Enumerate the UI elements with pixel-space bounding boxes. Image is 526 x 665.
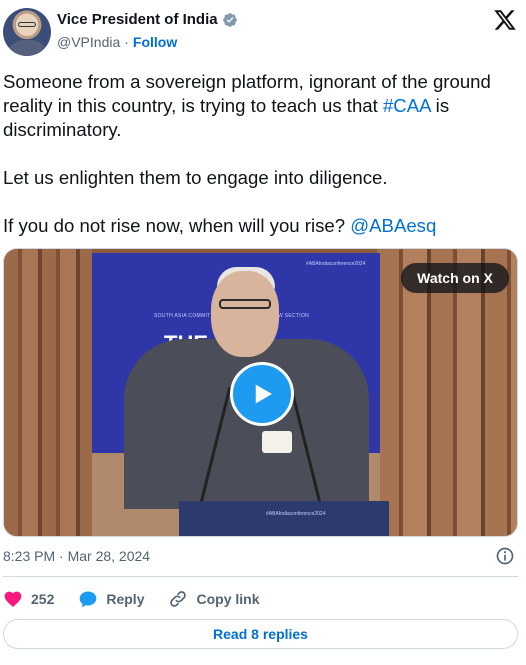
read-replies-button[interactable]: Read 8 replies [3,619,518,649]
author-handle[interactable]: @VPIndia [57,34,120,50]
tweet-header: Vice President of India @VPIndia · Follo… [0,6,526,58]
like-button[interactable]: 252 [3,589,54,609]
copy-link-button[interactable]: Copy link [168,589,260,609]
tweet-timestamp[interactable]: 8:23 PM · Mar 28, 2024 [3,548,150,564]
embedded-tweet: Vice President of India @VPIndia · Follo… [0,0,526,665]
avatar[interactable] [3,8,51,56]
x-logo-icon[interactable] [493,8,517,32]
tweet-paragraph-3: If you do not rise now, when will you ri… [3,214,518,238]
like-count: 252 [31,591,55,607]
speaker-head [211,271,279,357]
reply-label: Reply [106,591,145,607]
verified-badge-icon [222,12,237,27]
tweet-paragraph-1: Someone from a sovereign platform, ignor… [3,70,518,142]
info-icon[interactable] [495,546,515,566]
banner-hashtag: #ABAIndiaconference2024 [306,261,366,267]
separator-dot: · [124,34,129,50]
tweet-body: Someone from a sovereign platform, ignor… [3,70,518,238]
watch-on-x-button[interactable]: Watch on X [401,263,509,293]
video-player[interactable]: #ABAIndiaconference2024 SOUTH ASIA COMMI… [3,248,518,537]
tweet-text-segment: If you do not rise now, when will you ri… [3,215,351,236]
author-handle-row: @VPIndia · Follow [57,34,177,50]
heart-icon [4,591,22,607]
divider [3,576,518,577]
podium-hashtag: #ABAIndiaconference2024 [266,511,326,517]
speaker-glasses [219,299,271,309]
link-icon [170,591,187,607]
play-button[interactable] [230,362,294,426]
author-name[interactable]: Vice President of India [57,11,218,28]
reply-bubble-icon [80,591,97,608]
video-background [4,249,92,536]
tweet-actions: 252 Reply Copy link [3,586,284,612]
author-name-row: Vice President of India [57,11,238,28]
follow-button[interactable]: Follow [133,34,177,50]
podium [179,501,389,536]
hashtag-link[interactable]: #CAA [383,95,431,116]
play-icon [255,384,272,404]
copy-link-label: Copy link [196,591,260,607]
microphone-logo [262,431,292,453]
tweet-paragraph-2: Let us enlighten them to engage into dil… [3,167,388,188]
reply-button[interactable]: Reply [78,589,144,609]
mention-link[interactable]: @ABAesq [350,215,436,236]
